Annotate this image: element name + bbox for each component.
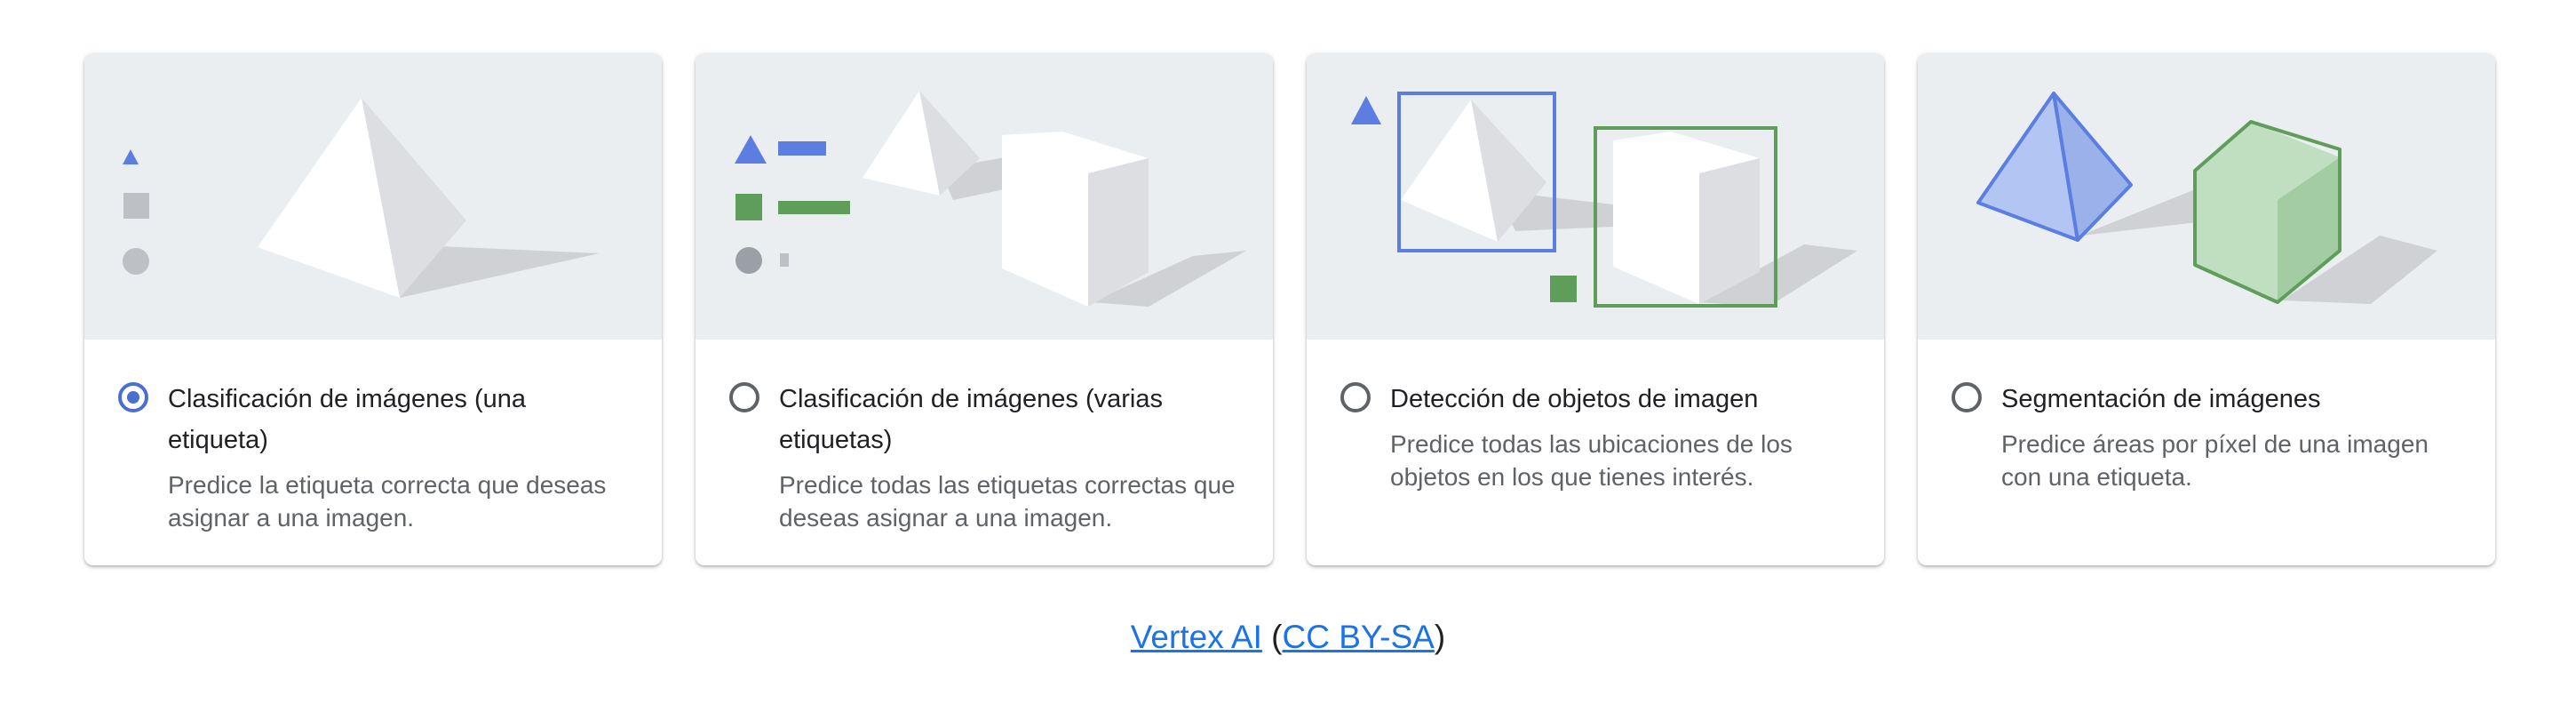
triangle-label-icon bbox=[735, 135, 767, 164]
card-image-segmentation[interactable]: Segmentación de imágenes Predice áreas p… bbox=[1918, 53, 2495, 565]
card-title: Clasificación de imágenes (una etiqueta) bbox=[168, 385, 526, 454]
author-link[interactable]: Vertex AI bbox=[1131, 619, 1262, 655]
segmentation-illustration bbox=[1918, 53, 2495, 340]
card-title: Segmentación de imágenes bbox=[2001, 385, 2321, 413]
card-object-detection[interactable]: Detección de objetos de imagen Predice t… bbox=[1307, 53, 1884, 565]
card-description: Predice la etiqueta correcta que deseas … bbox=[168, 471, 607, 532]
triangle-label-icon bbox=[123, 149, 139, 164]
blue-label-bar bbox=[778, 141, 826, 156]
green-label-bar bbox=[778, 201, 850, 214]
card-description: Predice áreas por píxel de una imagen co… bbox=[2001, 430, 2429, 491]
credit-close-paren: ) bbox=[1434, 619, 1446, 655]
square-label-icon bbox=[123, 193, 149, 219]
card-title: Detección de objetos de imagen bbox=[1390, 385, 1759, 413]
card-body: Clasificación de imágenes (una etiqueta)… bbox=[84, 340, 662, 534]
card-title: Clasificación de imágenes (varias etique… bbox=[779, 385, 1163, 454]
license-link[interactable]: CC BY-SA bbox=[1283, 619, 1435, 655]
triangle-label-icon bbox=[1351, 96, 1381, 124]
object-detection-illustration bbox=[1307, 53, 1884, 340]
image-credit: Vertex AI (CC BY-SA) bbox=[0, 619, 2576, 656]
square-label-icon bbox=[1550, 276, 1577, 302]
card-description: Predice todas las etiquetas correctas qu… bbox=[779, 471, 1236, 532]
card-body: Clasificación de imágenes (varias etique… bbox=[696, 340, 1273, 534]
radio-multi-label[interactable] bbox=[729, 382, 759, 412]
card-multi-label-classification[interactable]: Clasificación de imágenes (varias etique… bbox=[696, 53, 1273, 565]
task-type-cards: Clasificación de imágenes (una etiqueta)… bbox=[84, 53, 2495, 565]
radio-object-detection[interactable] bbox=[1340, 382, 1371, 412]
radio-image-segmentation[interactable] bbox=[1952, 382, 1982, 412]
card-body: Detección de objetos de imagen Predice t… bbox=[1307, 340, 1884, 493]
circle-label-icon bbox=[123, 248, 149, 275]
card-body: Segmentación de imágenes Predice áreas p… bbox=[1918, 340, 2495, 493]
card-description: Predice todas las ubicaciones de los obj… bbox=[1390, 430, 1793, 491]
radio-single-label[interactable] bbox=[118, 382, 148, 412]
circle-label-icon bbox=[735, 247, 762, 274]
square-label-icon bbox=[735, 194, 762, 220]
credit-open-paren: ( bbox=[1271, 619, 1283, 655]
single-label-illustration bbox=[84, 53, 662, 340]
gray-label-bar bbox=[780, 253, 789, 267]
multi-label-illustration bbox=[696, 53, 1273, 340]
card-single-label-classification[interactable]: Clasificación de imágenes (una etiqueta)… bbox=[84, 53, 662, 565]
